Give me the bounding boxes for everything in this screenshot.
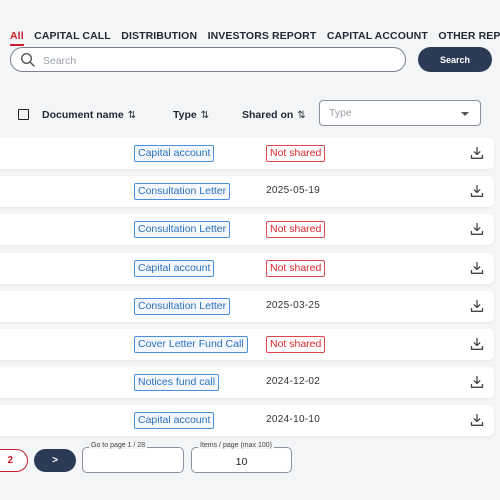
shared-date: 2024-10-10 xyxy=(266,414,321,426)
status-badge: Not shared xyxy=(266,145,326,162)
document-type-badge: Capital account xyxy=(134,259,215,277)
document-type-badge: Capital account xyxy=(134,412,215,430)
table-row[interactable]: Consultation Letter 2025-05-19 xyxy=(0,176,494,208)
sort-icon[interactable]: ⇅ xyxy=(297,110,306,121)
search-input[interactable] xyxy=(41,51,395,71)
download-icon[interactable] xyxy=(470,261,484,275)
document-type-badge: Capital account xyxy=(134,145,215,162)
tab-all[interactable]: All xyxy=(10,30,24,46)
table-row[interactable]: Cover Letter Fund Call Not shared xyxy=(0,329,494,360)
download-icon[interactable] xyxy=(470,337,484,351)
select-all-checkbox[interactable] xyxy=(18,109,29,120)
report-tabs: All CAPITAL CALL DISTRIBUTION INVESTORS … xyxy=(10,26,500,46)
table-row[interactable]: Capital account Not shared xyxy=(0,138,494,169)
items-per-page-field[interactable]: Items / page (max 100) 10 xyxy=(191,442,292,473)
status-badge: Not shared xyxy=(266,336,326,353)
shared-date: 2025-03-25 xyxy=(266,299,321,311)
items-per-page-label: Items / page (max 100) xyxy=(198,442,274,449)
shared-date: 2024-12-02 xyxy=(266,376,321,388)
document-type-badge: Notices fund call xyxy=(134,374,220,392)
column-type[interactable]: Type ⇅ xyxy=(173,109,210,121)
tab-capital-call[interactable]: CAPITAL CALL xyxy=(34,30,111,44)
column-shared-on[interactable]: Shared on ⇅ xyxy=(242,109,306,121)
document-type-badge: Consultation Letter xyxy=(134,221,231,239)
sort-icon[interactable]: ⇅ xyxy=(201,110,210,121)
tab-capital-account[interactable]: CAPITAL ACCOUNT xyxy=(327,30,428,44)
column-type-label: Type xyxy=(173,109,197,121)
table-row[interactable]: Consultation Letter 2025-03-25 xyxy=(0,290,494,322)
document-type-badge: Cover Letter Fund Call xyxy=(134,336,248,353)
table-row[interactable]: Capital account 2024-10-10 xyxy=(0,405,494,437)
goto-page-label: Go to page 1 / 28 xyxy=(89,442,148,449)
document-type-badge: Consultation Letter xyxy=(134,183,231,201)
download-icon[interactable] xyxy=(470,222,484,236)
table-row[interactable]: Consultation Letter Not shared xyxy=(0,214,494,246)
column-document-name[interactable]: Document name ⇅ xyxy=(42,109,137,121)
shared-date: 2025-05-19 xyxy=(266,185,321,197)
table-row[interactable]: Notices fund call 2024-12-02 xyxy=(0,367,494,399)
search-button[interactable]: Search xyxy=(418,47,492,72)
status-badge: Not shared xyxy=(266,221,326,239)
download-icon[interactable] xyxy=(470,184,484,198)
goto-page-field[interactable]: Go to page 1 / 28 xyxy=(82,442,184,473)
items-per-page-value: 10 xyxy=(235,456,248,468)
download-icon[interactable] xyxy=(470,375,484,389)
type-filter-placeholder: Type xyxy=(329,107,352,119)
column-shared-on-label: Shared on xyxy=(242,109,294,121)
table-header: Document name ⇅ Type ⇅ Shared on ⇅ Type xyxy=(0,100,500,128)
pagination: 2 > Go to page 1 / 28 Items / page (max … xyxy=(0,442,500,475)
search-box xyxy=(10,47,406,72)
search-icon xyxy=(20,52,35,67)
download-icon[interactable] xyxy=(470,299,484,313)
tab-distribution[interactable]: DISTRIBUTION xyxy=(121,30,197,44)
current-page-button[interactable]: 2 xyxy=(0,449,28,472)
tab-other-reports[interactable]: OTHER REPORTS xyxy=(438,30,500,44)
status-badge: Not shared xyxy=(266,259,326,277)
column-document-name-label: Document name xyxy=(42,109,124,121)
chevron-down-icon xyxy=(461,112,469,116)
document-type-badge: Consultation Letter xyxy=(134,297,231,315)
type-filter-select[interactable]: Type xyxy=(319,100,481,126)
download-icon[interactable] xyxy=(470,146,484,160)
next-page-button[interactable]: > xyxy=(34,449,76,472)
table-row[interactable]: Capital account Not shared xyxy=(0,252,494,284)
sort-icon[interactable]: ⇅ xyxy=(128,110,137,121)
tab-investors-report[interactable]: INVESTORS REPORT xyxy=(208,30,317,44)
download-icon[interactable] xyxy=(470,413,484,427)
